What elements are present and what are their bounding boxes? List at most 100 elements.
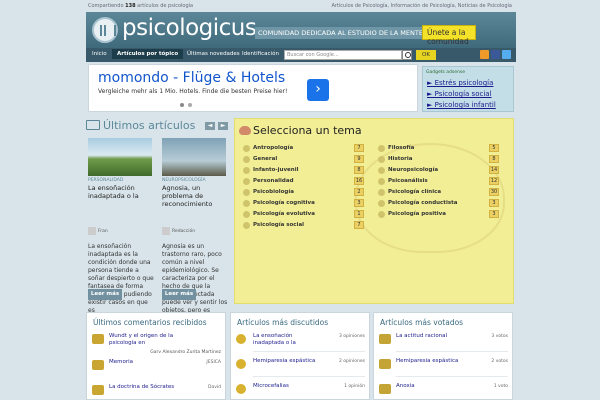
list-item[interactable]: Anoxia 1 voto [374,382,514,400]
list-item[interactable]: Hemiparesia espástica 2 votos [374,357,514,377]
broadcast-icon [236,384,246,394]
topic-item[interactable]: Infanto-juvenil 8 [243,166,364,175]
box-title: Artículos más discutidos [237,318,329,327]
latest-articles: Últimos artículos ◄ ► PERSONALIDAD La en… [86,116,232,314]
topic-item[interactable]: Personalidad 16 [243,177,364,186]
prev-arrow-icon[interactable]: ◄ [205,122,215,130]
list-item[interactable]: Hemiparesia espástica 2 opiniones [231,357,371,377]
ad-subtitle: Vergleiche mehr als 1 Mio. Hotels. Finde… [98,88,288,95]
article-count-text: Compartiendo 138 artículos de psicología [88,3,194,9]
topic-item[interactable]: Psicología clínica 30 [378,188,499,197]
ad-banner[interactable]: momondo - Flüge & Hotels Vergleiche mehr… [88,64,418,112]
main-nav: Inicio Artículos por tópico Últimas nove… [86,48,516,62]
vote-icon [379,384,391,394]
article-excerpt: Agnosia es un trastorno raro, poco común… [162,243,228,314]
broadcast-icon [236,334,246,344]
article-category[interactable]: NEUROPSICOLOGÍA [162,178,206,183]
search-input[interactable]: Buscar con Google... [284,50,402,60]
read-more-button[interactable]: Leer más [162,289,196,300]
article-image[interactable] [88,138,152,176]
topic-item[interactable]: Psicología social 7 [243,221,364,230]
join-community-button[interactable]: Únete a la comunidad [422,25,476,46]
bullet-icon [378,178,385,185]
chevron-right-icon[interactable]: › [307,79,329,101]
article-title[interactable]: La ensoñación inadaptada o la [88,184,154,200]
article-author: Redacción [172,229,196,234]
article-image[interactable] [162,138,226,176]
gadget-link[interactable]: ► Estrés psicología [427,79,493,87]
topic-item[interactable]: Filosofía 5 [378,144,499,153]
site-description: Artículos de Psicología, Información de … [331,3,512,9]
article-count: 138 [125,3,136,9]
list-item[interactable]: Wundt y el origen de la psicología en Gar… [87,332,227,355]
bullet-icon [378,189,385,196]
box-title: Últimos comentarios recibidos [93,318,207,327]
topic-item[interactable]: Antropología 7 [243,144,364,153]
nav-item-inicio[interactable]: Inicio [92,51,107,57]
site-tagline: COMUNIDAD DEDICADA AL ESTUDIO DE LA MENT… [255,27,426,39]
rss-icon[interactable] [480,50,489,59]
bullet-icon [243,167,250,174]
bullet-icon [243,156,250,163]
topic-item[interactable]: Psicología positiva 3 [378,210,499,219]
recent-comments-box: Últimos comentarios recibidos Wundt y el… [86,312,226,400]
adsense-gadget: Gadgets adsense ► Estrés psicología ► Ps… [422,66,514,112]
book-icon [86,120,100,130]
topic-item[interactable]: Historia 8 [378,155,499,164]
list-item[interactable]: La ensoñación inadaptada o la 3 opiniones [231,332,371,352]
broadcast-icon [236,359,246,369]
list-item[interactable]: Microcefalias 1 opinión [231,382,371,400]
search-ok-button[interactable]: OK [416,50,436,60]
nav-item-articulos-por-topico[interactable]: Artículos por tópico [112,49,184,59]
site-logo[interactable]: psicologicus [122,15,257,41]
topic-item[interactable]: Psicobiología 2 [243,188,364,197]
carousel-dot[interactable] [180,103,184,107]
facebook-icon[interactable] [491,50,500,59]
bullet-icon [378,200,385,207]
bullet-icon [378,167,385,174]
comment-icon [92,360,104,370]
next-arrow-icon[interactable]: ► [218,122,228,130]
top-info-bar: Compartiendo 138 artículos de psicología… [0,0,600,12]
comment-icon [92,334,104,344]
ad-title[interactable]: momondo - Flüge & Hotels [98,70,285,86]
vote-icon [379,359,391,369]
bullet-icon [243,211,250,218]
topic-item[interactable]: Neuropsicología 14 [378,166,499,175]
logo-icon[interactable] [92,17,118,43]
search-icon[interactable] [402,50,412,60]
most-voted-box: Artículos más votados La actitud raciona… [373,312,513,400]
bullet-icon [243,222,250,229]
twitter-icon[interactable] [502,50,511,59]
article-excerpt: La ensoñación inadaptada es la condición… [88,243,154,314]
bullet-icon [243,200,250,207]
topic-item[interactable]: Psicología conductista 3 [378,199,499,208]
article-category[interactable]: PERSONALIDAD [88,178,123,183]
bullet-icon [378,156,385,163]
box-title: Artículos más votados [380,318,464,327]
list-item[interactable]: La actitud racional 3 votos [374,332,514,352]
bullet-icon [243,178,250,185]
avatar [88,227,96,235]
brain-icon [239,126,251,135]
topic-item[interactable]: Psicología cognitiva 3 [243,199,364,208]
nav-item-ultimas-novedades[interactable]: Últimas novedades [187,51,240,57]
gadget-link[interactable]: ► Psicología social [427,90,492,98]
carousel-dot[interactable] [188,103,192,107]
topics-panel: Selecciona un tema Antropología 7 General… [234,118,514,304]
article-title[interactable]: Agnosia, un problema de reconocimiento [162,184,228,208]
nav-item-identificacion[interactable]: Identificación [242,51,279,57]
list-item[interactable]: Memoria JESICA [87,358,227,378]
read-more-button[interactable]: Leer más [88,289,122,300]
article-author: Fran [98,229,108,234]
bullet-icon [378,211,385,218]
gadget-link[interactable]: ► Psicología infantil [427,101,496,109]
avatar [162,227,170,235]
topic-item[interactable]: Psicoanálisis 12 [378,177,499,186]
list-item[interactable]: La doctrina de Sócrates David [87,383,227,400]
topics-title: Selecciona un tema [253,124,362,137]
topic-item[interactable]: Psicología evolutiva 1 [243,210,364,219]
topic-item[interactable]: General 9 [243,155,364,164]
most-discussed-box: Artículos más discutidos La ensoñación i… [230,312,370,400]
vote-icon [379,334,391,344]
